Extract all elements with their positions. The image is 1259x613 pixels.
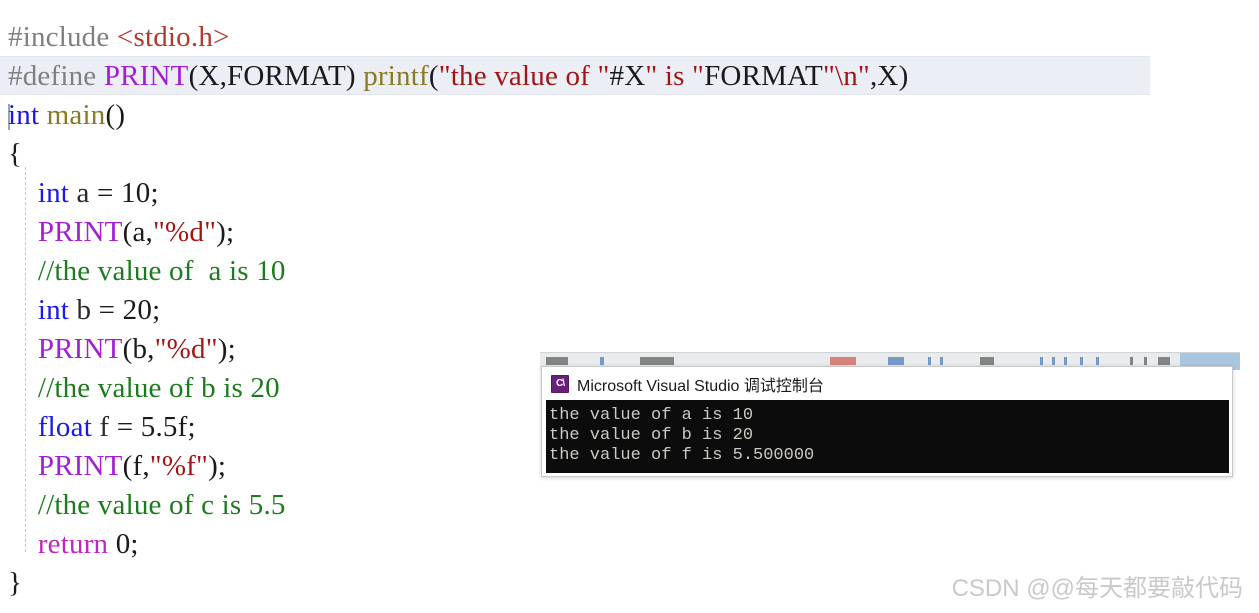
line-int-a-token-4: 10 [121, 177, 151, 209]
line-open-brace[interactable]: { [0, 135, 1259, 174]
toolbar-icon-fragment [888, 357, 904, 365]
line-comment-b-token-1: //the value of b is 20 [37, 372, 280, 404]
line-print-f-token-2: (f, [122, 450, 150, 482]
csdn-watermark: CSDN @@每天都要敲代码 [951, 575, 1243, 602]
line-comment-c-token-1: //the value of c is 5.5 [37, 489, 286, 521]
line-print-b-token-2: (b, [122, 333, 155, 365]
line-float-f-token-3: = [116, 411, 141, 443]
line-return-token-3: 0 [115, 528, 131, 560]
line-float-f-token-4: 5.5f [140, 411, 188, 443]
line-int-a-token-5: ; [150, 177, 159, 209]
line-define-token-1: PRINT [103, 60, 189, 92]
line-int-b-token-5: ; [152, 294, 161, 326]
line-comment-a-token-0 [8, 255, 38, 287]
line-define-token-4: ( [428, 60, 439, 92]
line-main-token-2: () [105, 99, 126, 131]
line-close-brace-token-0: } [8, 567, 23, 599]
toolbar-icon-fragment [1096, 357, 1099, 365]
toolbar-icon-fragment [1080, 357, 1083, 365]
console-output-area[interactable]: the value of a is 10 the value of b is 20… [546, 400, 1229, 473]
line-return-token-2 [108, 528, 115, 560]
line-define-token-5: "the value of " [438, 60, 610, 92]
line-print-f-token-3: "%f" [149, 450, 209, 482]
line-int-b[interactable]: int b = 20; [0, 291, 1259, 330]
line-include-token-1: <stdio.h> [116, 21, 230, 53]
console-output-line: the value of f is 5.500000 [549, 446, 815, 465]
toolbar-icon-fragment [1052, 357, 1055, 365]
line-main-token-1: main [46, 99, 106, 131]
line-float-f-token-2: f [91, 411, 117, 443]
line-int-b-token-1: int [37, 294, 70, 326]
line-print-a-token-4: ); [216, 216, 235, 248]
line-return[interactable]: return 0; [0, 525, 1259, 564]
toolbar-icon-fragment [830, 357, 856, 365]
line-define[interactable]: #define PRINT(X,FORMAT) printf("the valu… [0, 57, 1259, 96]
line-print-a[interactable]: PRINT(a,"%d"); [0, 213, 1259, 252]
line-include-token-0: #include [8, 21, 117, 53]
toolbar-icon-fragment [600, 357, 604, 365]
line-define-token-2: (X,FORMAT) [188, 60, 364, 92]
line-define-token-3: printf [363, 60, 429, 92]
line-main[interactable]: int main() [0, 96, 1259, 135]
line-comment-b-token-0 [8, 372, 38, 404]
line-comment-c[interactable]: //the value of c is 5.5 [0, 486, 1259, 525]
toolbar-icon-fragment [980, 357, 994, 365]
line-open-brace-token-0: { [8, 138, 23, 170]
line-int-a-token-1: int [37, 177, 70, 209]
toolbar-icon-fragment [640, 357, 674, 365]
line-define-token-7: " is " [645, 60, 705, 92]
toolbar-icon-fragment [1144, 357, 1147, 365]
console-window-title: Microsoft Visual Studio 调试控制台 [577, 377, 824, 395]
line-print-f-token-1: PRINT [37, 450, 123, 482]
toolbar-icon-fragment [1158, 357, 1170, 365]
toolbar-icon-fragment [1040, 357, 1043, 365]
line-int-a[interactable]: int a = 10; [0, 174, 1259, 213]
toolbar-icon-fragment [546, 357, 568, 365]
toolbar-icon-fragment [1130, 357, 1133, 365]
line-define-token-8: FORMAT [704, 60, 823, 92]
console-output-line: the value of a is 10 [549, 406, 754, 425]
line-print-b-token-4: ); [217, 333, 236, 365]
line-comment-c-token-0 [8, 489, 38, 521]
line-define-token-6: #X [609, 60, 646, 92]
line-print-b-token-1: PRINT [37, 333, 123, 365]
line-print-a-token-2: (a, [122, 216, 153, 248]
line-int-a-token-0 [8, 177, 38, 209]
line-comment-a[interactable]: //the value of a is 10 [0, 252, 1259, 291]
line-print-f-token-4: ); [208, 450, 227, 482]
line-return-token-4: ; [130, 528, 139, 560]
line-return-token-0 [8, 528, 38, 560]
line-return-token-1: return [37, 528, 109, 560]
line-int-b-token-0 [8, 294, 38, 326]
console-output-line: the value of b is 20 [549, 426, 754, 445]
line-print-a-token-0 [8, 216, 38, 248]
line-float-f-token-0 [8, 411, 38, 443]
line-float-f-token-1: float [37, 411, 92, 443]
toolbar-icon-fragment [940, 357, 943, 365]
toolbar-icon-fragment [1064, 357, 1067, 365]
line-print-f-token-0 [8, 450, 38, 482]
line-include[interactable]: #include <stdio.h> [0, 18, 1259, 57]
line-int-b-token-2: b [69, 294, 99, 326]
console-titlebar[interactable]: Microsoft Visual Studio 调试控制台 [542, 367, 1232, 400]
console-output-lines: the value of a is 10 the value of b is 20… [549, 406, 1229, 466]
line-float-f-token-5: ; [187, 411, 196, 443]
line-int-b-token-4: 20 [122, 294, 153, 326]
code-editor[interactable]: #include <stdio.h> #define PRINT(X,FORMAT… [0, 0, 1259, 613]
vs-console-icon [551, 374, 569, 393]
line-comment-a-token-1: //the value of a is 10 [37, 255, 286, 287]
line-main-token-0: int [8, 99, 47, 131]
line-define-token-0: #define [8, 60, 104, 92]
line-print-a-token-1: PRINT [37, 216, 123, 248]
line-define-token-9: "\n" [822, 60, 870, 92]
line-int-a-token-2: a [69, 177, 98, 209]
line-print-a-token-3: "%d" [153, 216, 217, 248]
line-define-token-10: ,X) [869, 60, 909, 92]
toolbar-icon-fragment [928, 357, 931, 365]
line-print-b-token-0 [8, 333, 38, 365]
line-int-a-token-3: = [97, 177, 122, 209]
console-window[interactable]: Microsoft Visual Studio 调试控制台 the value … [541, 366, 1233, 477]
line-int-b-token-3: = [98, 294, 123, 326]
line-print-b-token-3: "%d" [154, 333, 218, 365]
